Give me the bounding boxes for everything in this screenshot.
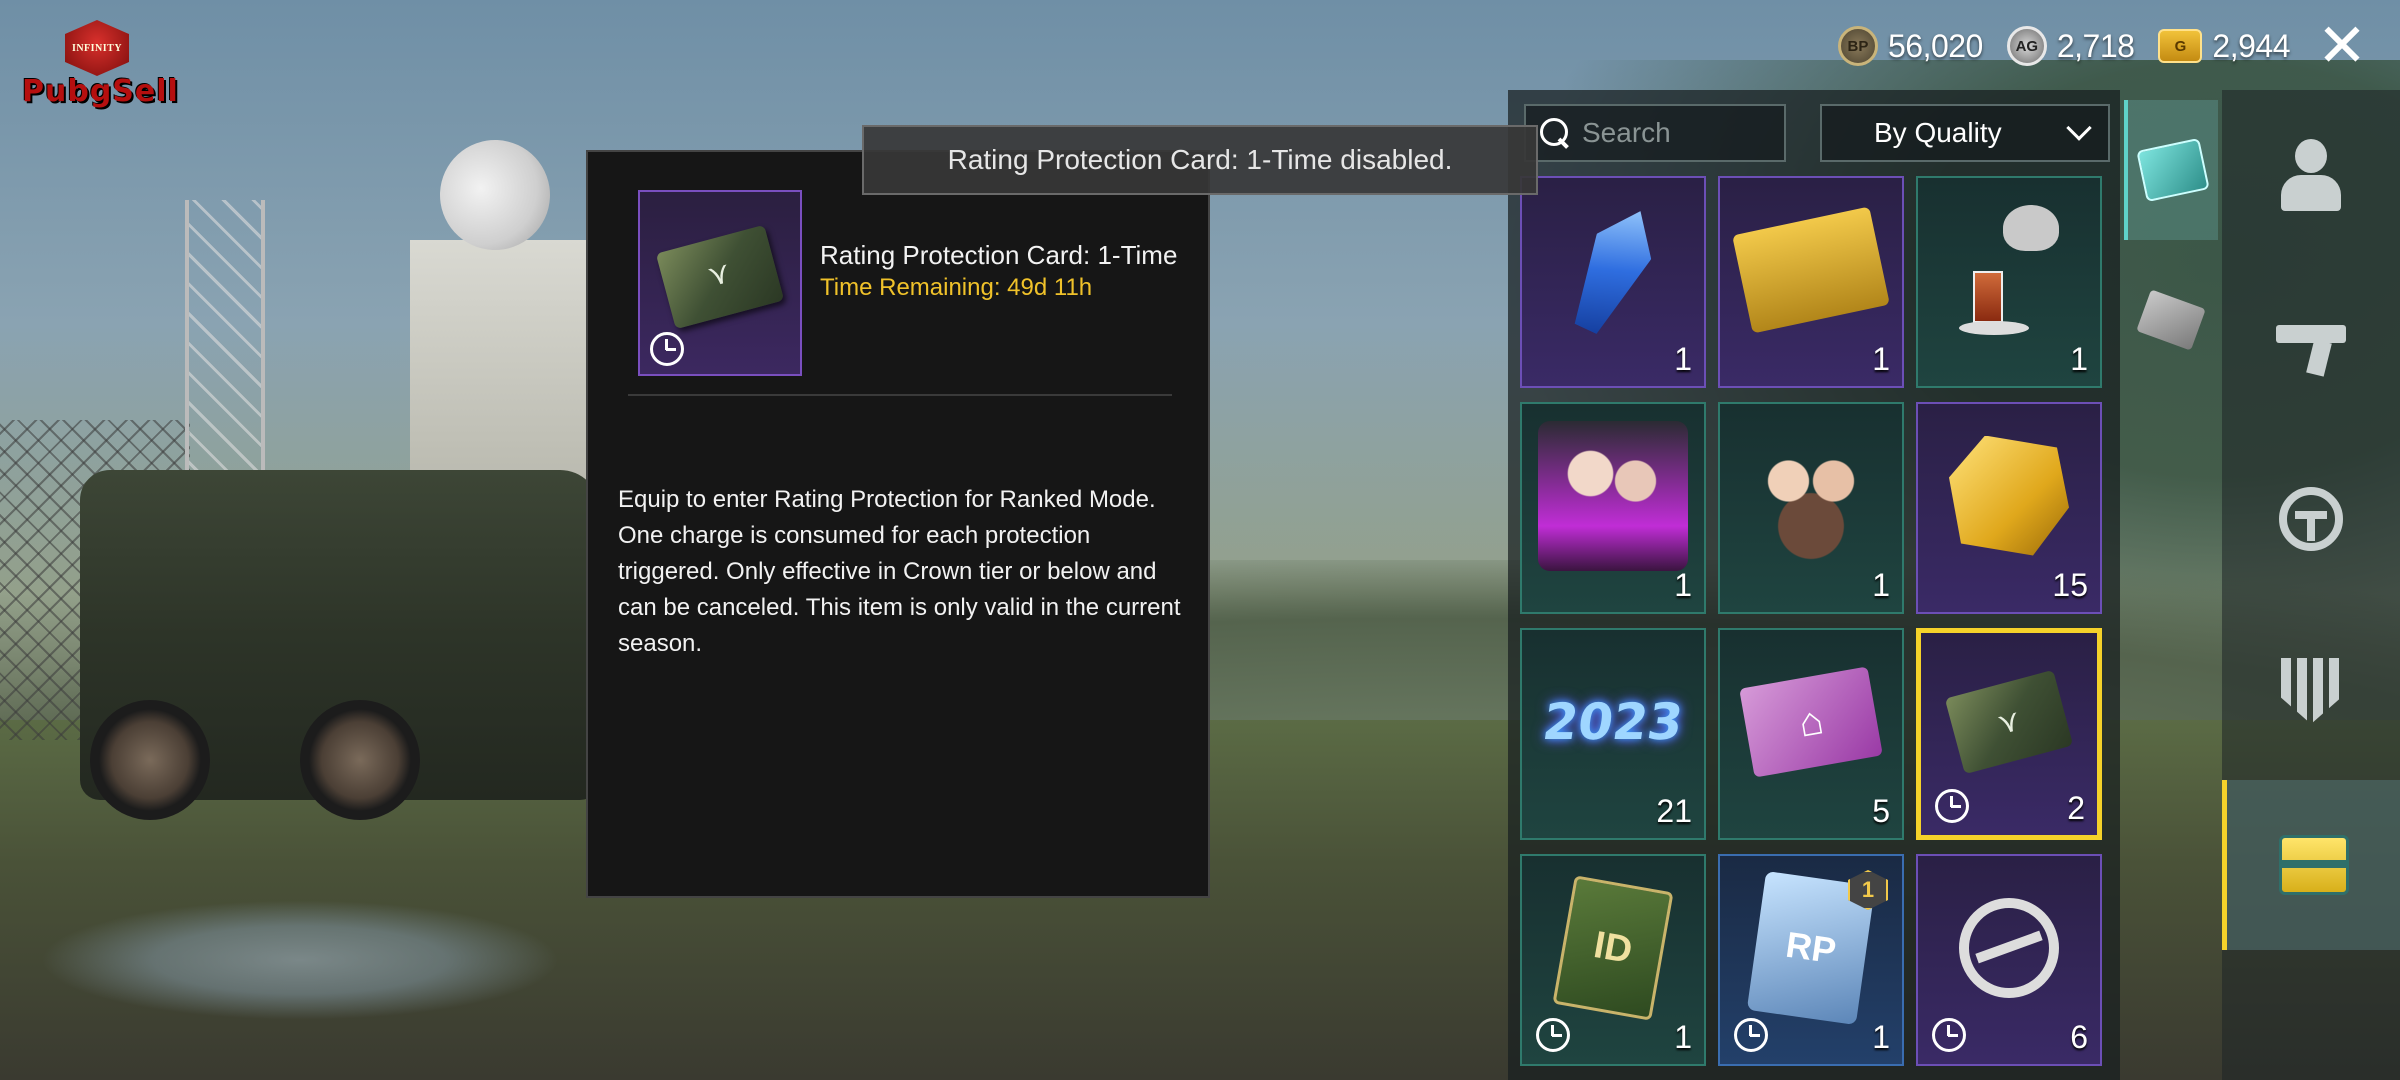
- nav-item-inventory[interactable]: [2222, 780, 2400, 950]
- inventory-panel: By Quality 1 1 1 1 1 15: [1508, 90, 2120, 1080]
- item-count: 1: [1674, 567, 1692, 603]
- ag-amount: 2,718: [2056, 27, 2135, 64]
- item-count: 5: [1872, 793, 1890, 829]
- truck-wheel: [90, 700, 210, 820]
- inventory-item-blue-crystal[interactable]: 1: [1520, 176, 1706, 388]
- clock-icon: [1932, 1018, 1966, 1052]
- item-count: 1: [2070, 341, 2088, 377]
- search-icon: [1540, 118, 1570, 148]
- emblem-icon: [2281, 658, 2341, 724]
- inventory-crate-icon: [2278, 835, 2349, 895]
- clock-icon: [1935, 789, 1969, 823]
- inventory-item-id-card[interactable]: ID 1: [1520, 854, 1706, 1066]
- currency-bar: BP 56,020 AG 2,718 G 2,944: [1837, 20, 2290, 72]
- nav-item-emblems[interactable]: [2222, 606, 2400, 776]
- close-button[interactable]: ✕: [2314, 12, 2370, 79]
- character-icon: [2281, 139, 2341, 211]
- chevron-down-icon: [2066, 115, 2092, 141]
- supply-box-icon: [2136, 137, 2210, 203]
- logo-wordmark: PubgSell: [22, 74, 179, 109]
- swap-token-icon: [1959, 897, 2059, 998]
- nav-item-vehicles[interactable]: [2222, 434, 2400, 604]
- inventory-item-home-card[interactable]: ⌂ 5: [1718, 628, 1904, 840]
- inventory-item-rating-protection-card[interactable]: ⋎ 2: [1916, 628, 2102, 840]
- g-amount: 2,944: [2212, 27, 2290, 64]
- pubgsell-logo: INFINITY PubgSell: [22, 20, 179, 115]
- item-count: 1: [1674, 341, 1692, 377]
- currency-ag: AG 2,718: [2006, 26, 2135, 66]
- party-emote-icon: [1736, 420, 1886, 571]
- g-coin-icon: G: [2158, 29, 2203, 63]
- clock-icon: [1734, 1018, 1768, 1052]
- inventory-item-2023-fireworks[interactable]: 2023 21: [1520, 628, 1706, 840]
- inventory-grid: 1 1 1 1 1 15 2023 21 ⌂ 5 ⋎ 2 ID 1 RP 1 1…: [1520, 176, 2110, 1066]
- gold-ticket-icon: [1732, 206, 1890, 333]
- category-tab-cards[interactable]: [2124, 250, 2218, 390]
- logo-badge-icon: INFINITY: [65, 20, 129, 76]
- background-puddle: [40, 900, 560, 1020]
- clock-icon: [650, 332, 684, 366]
- clock-icon: [1536, 1018, 1570, 1052]
- toast-message: Rating Protection Card: 1-Time disabled.: [947, 144, 1453, 175]
- item-detail-thumbnail: ⋎: [638, 190, 802, 376]
- background-building: [410, 240, 610, 500]
- ag-coin-icon: AG: [2006, 26, 2047, 66]
- inventory-item-gold-ticket[interactable]: 1: [1718, 176, 1904, 388]
- gold-fragment-icon: [1949, 435, 2069, 556]
- currency-uc[interactable]: G 2,944: [2158, 28, 2290, 65]
- search-box[interactable]: [1524, 104, 1786, 162]
- inventory-item-swap-token[interactable]: 6: [1916, 854, 2102, 1066]
- item-count: 21: [1656, 793, 1692, 829]
- item-count: 1: [1872, 1019, 1890, 1055]
- rating-protection-card-icon: ⋎: [655, 224, 785, 330]
- sort-dropdown[interactable]: By Quality: [1820, 104, 2110, 162]
- item-time-remaining: Time Remaining: 49d 11h: [820, 274, 1093, 301]
- item-detail-name: Rating Protection Card: 1-Time: [820, 240, 1178, 270]
- item-count: 6: [2070, 1019, 2088, 1055]
- category-tab-supplies[interactable]: [2124, 100, 2218, 240]
- character-emote-icon: [1538, 420, 1688, 571]
- search-input[interactable]: [1582, 117, 1772, 149]
- category-tabs: [2124, 90, 2218, 1080]
- inventory-item-party-emote[interactable]: 1: [1718, 402, 1904, 614]
- inventory-item-tea-set[interactable]: 1: [1916, 176, 2102, 388]
- status-toast: Rating Protection Card: 1-Time disabled.: [862, 125, 1538, 195]
- bp-coin-icon: BP: [1837, 26, 1878, 66]
- item-count: 2: [2067, 790, 2085, 826]
- item-detail-description: Equip to enter Rating Protection for Ran…: [618, 486, 1181, 657]
- item-detail-panel: ⋎ Rating Protection Card: 1-Time Time Re…: [586, 150, 1210, 898]
- bp-amount: 56,020: [1887, 27, 1983, 64]
- item-count: 1: [1872, 567, 1890, 603]
- nav-item-character[interactable]: [2222, 90, 2400, 260]
- wings-emblem-icon: ⋎: [704, 255, 735, 294]
- currency-bp: BP 56,020: [1837, 26, 1983, 66]
- item-count: 15: [2052, 567, 2088, 603]
- blue-crystal-icon: [1558, 198, 1667, 341]
- id-card-icon: ID: [1552, 874, 1674, 1021]
- weapon-icon: [2276, 317, 2346, 377]
- home-card-icon: ⌂: [1739, 665, 1883, 778]
- divider: [628, 394, 1172, 396]
- rating-protection-card-icon: ⋎: [1944, 669, 2074, 775]
- close-icon: ✕: [2316, 12, 2368, 79]
- sort-label: By Quality: [1874, 117, 2002, 148]
- main-nav-rail: [2222, 90, 2400, 1080]
- fireworks-2023-icon: 2023: [1539, 692, 1687, 751]
- item-count: 1: [1872, 341, 1890, 377]
- logo-badge-text: INFINITY: [71, 42, 123, 54]
- truck-wheel: [300, 700, 420, 820]
- card-icon: [2136, 289, 2206, 351]
- item-count: 1: [1674, 1019, 1692, 1055]
- background-radio-tower: [185, 200, 265, 490]
- inventory-item-rp-card[interactable]: RP 1 1: [1718, 854, 1904, 1066]
- vehicle-wheel-icon: [2279, 487, 2343, 551]
- background-truck: [80, 470, 600, 820]
- nav-item-weapons[interactable]: [2222, 262, 2400, 432]
- inventory-item-character-emote[interactable]: 1: [1520, 402, 1706, 614]
- inventory-item-gold-fragment[interactable]: 15: [1916, 402, 2102, 614]
- tea-set-icon: [1959, 204, 2059, 335]
